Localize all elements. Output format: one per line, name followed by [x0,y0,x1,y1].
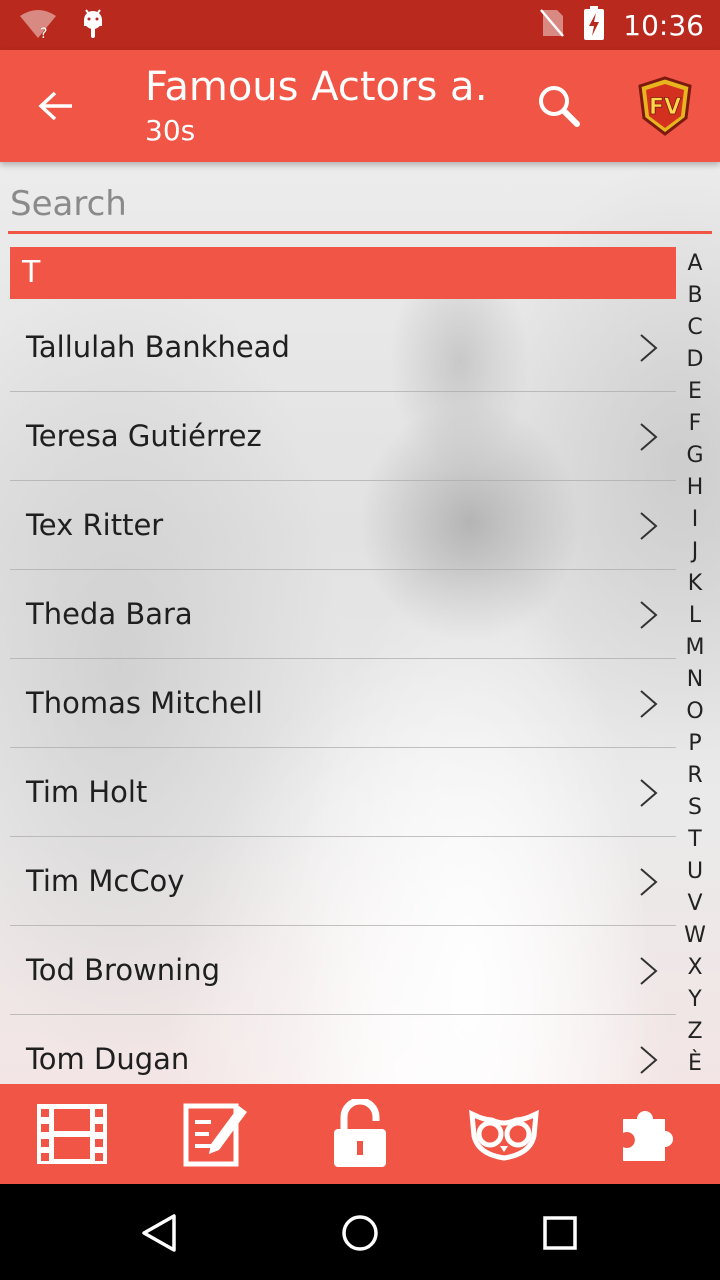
owl-icon [469,1109,539,1161]
fv-logo[interactable]: FV [636,76,694,136]
search-input[interactable] [8,178,712,230]
section-header: T [10,247,676,299]
nav-home-button[interactable] [335,1208,385,1258]
svg-text:FV: FV [649,95,681,120]
chevron-right-icon [640,423,658,451]
actor-name: Tim Holt [26,775,148,809]
system-nav-bar [0,1184,720,1280]
index-letter[interactable]: S [680,792,710,824]
index-letter[interactable]: È [680,1048,710,1080]
chevron-right-icon [640,334,658,362]
actor-list: Tallulah Bankhead Teresa Gutiérrez Tex Rit… [10,303,676,1084]
index-letter[interactable]: I [680,504,710,536]
home-circle-icon [342,1215,378,1251]
no-sim-icon [539,8,565,42]
battery-charging-icon [583,6,605,44]
chevron-right-icon [640,690,658,718]
status-time: 10:36 [623,8,704,42]
index-letter[interactable]: H [680,472,710,504]
puzzle-button[interactable] [610,1098,686,1170]
svg-text:?: ? [40,26,47,40]
index-letter[interactable]: F [680,408,710,440]
index-letter[interactable]: P [680,728,710,760]
index-letter[interactable]: B [680,280,710,312]
actor-name: Theda Bara [26,597,193,631]
list-item[interactable]: Thomas Mitchell [10,659,676,748]
chevron-right-icon [640,779,658,807]
index-letter[interactable]: V [680,888,710,920]
index-letter[interactable]: N [680,664,710,696]
index-letter[interactable]: G [680,440,710,472]
page-subtitle: 30s [145,114,196,147]
content-area: T Tallulah Bankhead Teresa Gutiérrez Tex R… [0,162,720,1084]
index-letter[interactable]: U [680,856,710,888]
status-bar: ? 10:36 [0,0,720,50]
index-letter[interactable]: T [680,824,710,856]
page-title: Famous Actors a… [145,64,485,110]
unlock-button[interactable] [322,1098,398,1170]
android-debug-icon [80,8,106,44]
index-letter[interactable]: W [680,920,710,952]
nav-recents-button[interactable] [535,1208,585,1258]
back-triangle-icon [142,1214,176,1252]
film-strip-icon [37,1104,107,1164]
actor-name: Thomas Mitchell [26,686,263,720]
index-letter[interactable]: Y [680,984,710,1016]
index-letter[interactable]: Z [680,1016,710,1048]
app-bar: Famous Actors a… 30s FV [0,50,720,162]
search-icon [539,86,580,127]
unlock-icon [334,1099,386,1167]
actor-name: Tom Dugan [26,1042,190,1076]
chevron-right-icon [640,957,658,985]
index-letter[interactable]: R [680,760,710,792]
chevron-right-icon [640,601,658,629]
puzzle-icon [623,1111,673,1161]
back-button[interactable] [28,80,84,132]
index-letter[interactable]: X [680,952,710,984]
films-button[interactable] [34,1098,110,1170]
back-arrow-icon [38,91,72,121]
actor-name: Tim McCoy [26,864,185,898]
index-letter[interactable]: J [680,536,710,568]
nav-back-button[interactable] [136,1208,186,1258]
search-button[interactable] [535,82,583,130]
recents-square-icon [543,1216,577,1250]
list-item[interactable]: Tom Dugan [10,1015,676,1084]
actor-name: Tallulah Bankhead [26,330,290,364]
chevron-right-icon [640,868,658,896]
index-letter[interactable]: E [680,376,710,408]
bottom-toolbar [0,1084,720,1184]
index-letter[interactable]: C [680,312,710,344]
index-letter[interactable]: D [680,344,710,376]
alphabet-index[interactable]: ABCDEFGHIJKLMNOPRSTUVWXYZÈ [680,248,710,1080]
owl-button[interactable] [466,1098,542,1170]
actor-name: Tex Ritter [26,508,164,542]
index-letter[interactable]: O [680,696,710,728]
wifi-unknown-icon: ? [18,8,58,44]
search-field-container [8,178,712,234]
list-item[interactable]: Teresa Gutiérrez [10,392,676,481]
list-item[interactable]: Tim Holt [10,748,676,837]
chevron-right-icon [640,512,658,540]
actor-name: Teresa Gutiérrez [26,419,262,453]
index-letter[interactable]: L [680,600,710,632]
actor-name: Tod Browning [26,953,221,987]
list-item[interactable]: Tallulah Bankhead [10,303,676,392]
chevron-right-icon [640,1046,658,1074]
edit-note-icon [183,1103,247,1167]
index-letter[interactable]: A [680,248,710,280]
list-item[interactable]: Tim McCoy [10,837,676,926]
list-item[interactable]: Theda Bara [10,570,676,659]
list-item[interactable]: Tex Ritter [10,481,676,570]
index-letter[interactable]: K [680,568,710,600]
index-letter[interactable]: M [680,632,710,664]
edit-button[interactable] [178,1098,254,1170]
list-item[interactable]: Tod Browning [10,926,676,1015]
